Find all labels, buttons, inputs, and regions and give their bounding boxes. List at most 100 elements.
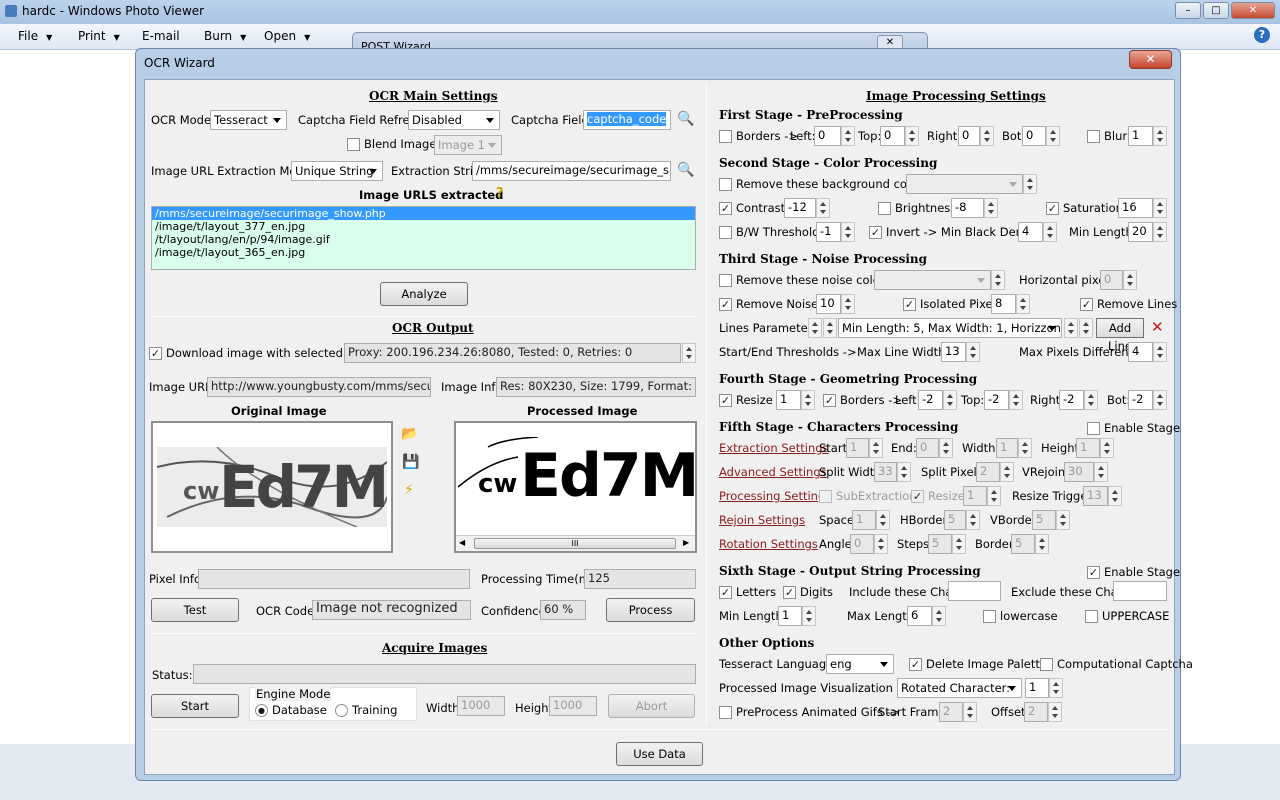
close-window-button[interactable]: ✕ xyxy=(1231,2,1275,19)
steps-input[interactable]: 5 xyxy=(928,534,952,554)
contrast-checkbox[interactable]: ✓ Contrast xyxy=(719,201,785,215)
start-button[interactable]: Start xyxy=(151,694,239,718)
training-radio[interactable]: Training xyxy=(335,703,397,717)
contrast-spinner[interactable] xyxy=(816,198,830,218)
scroll-thumb[interactable]: III xyxy=(474,538,676,549)
enable-stage-5-checkbox[interactable]: Enable Stage xyxy=(1087,421,1180,435)
resize-char-input[interactable]: 1 xyxy=(963,486,987,506)
use-data-button[interactable]: Use Data xyxy=(616,742,703,766)
top-spinner[interactable] xyxy=(905,126,919,146)
horizontal-scrollbar[interactable]: ◀ III ▶ xyxy=(456,535,695,551)
exclude-chars-input[interactable] xyxy=(1113,581,1167,601)
bot-input[interactable]: 0 xyxy=(1022,126,1046,146)
help-icon[interactable]: ? xyxy=(1254,27,1270,43)
subextraction-checkbox[interactable]: SubExtraction xyxy=(819,489,917,503)
right-geom-spinner[interactable] xyxy=(1084,390,1098,410)
space-input[interactable]: 1 xyxy=(852,510,876,530)
menu-open[interactable]: Open ▼ xyxy=(264,29,310,43)
ocr-wizard-close-button[interactable]: ✕ xyxy=(1129,50,1172,69)
delete-image-palette-checkbox[interactable]: ✓ Delete Image Palette xyxy=(909,657,1047,671)
image-urls-list[interactable]: /mms/secureimage/securimage_show.php /im… xyxy=(151,206,696,270)
captcha-refresh-select[interactable]: Disabled xyxy=(408,110,500,130)
max-line-width-input[interactable]: 13 xyxy=(941,342,966,362)
left-geom-spinner[interactable] xyxy=(943,390,957,410)
include-chars-input[interactable] xyxy=(948,581,1001,601)
hborder-input[interactable]: 5 xyxy=(944,510,966,530)
saturation-checkbox[interactable]: ✓ Saturation xyxy=(1046,201,1123,215)
list-item[interactable]: /image/t/layout_377_en.jpg xyxy=(152,220,695,233)
isolated-pixels-spinner[interactable] xyxy=(1016,294,1030,314)
proxy-spinner[interactable] xyxy=(682,343,696,363)
steps-spinner[interactable] xyxy=(952,534,966,554)
ocr-mode-select[interactable]: Tesseract xyxy=(210,110,287,130)
tesseract-language-select[interactable]: eng xyxy=(826,654,894,674)
end-input[interactable]: 0 xyxy=(916,438,939,458)
menu-file[interactable]: File ▼ xyxy=(18,29,52,43)
blur-checkbox[interactable]: Blur xyxy=(1087,129,1127,143)
resize-char-checkbox[interactable]: ✓ Resize: xyxy=(911,489,969,503)
magnifier-icon[interactable]: 🔍 xyxy=(677,162,694,178)
blur-input[interactable]: 1 xyxy=(1128,126,1153,146)
vborder-spinner[interactable] xyxy=(1056,510,1070,530)
visualization-mode-select[interactable]: Rotated Character: xyxy=(897,678,1022,698)
height-spinner[interactable] xyxy=(1100,438,1114,458)
minimize-button[interactable]: – xyxy=(1175,2,1201,19)
preprocess-animated-gifs-checkbox[interactable]: PreProcess Animated Gifs -> xyxy=(719,705,900,719)
top-geom-spinner[interactable] xyxy=(1009,390,1023,410)
resize-trigger-spinner[interactable] xyxy=(1108,486,1122,506)
vborder-input[interactable]: 5 xyxy=(1032,510,1056,530)
bg-colors-select[interactable] xyxy=(906,174,1023,194)
menu-email[interactable]: E-mail xyxy=(142,29,180,43)
bw-threshold-checkbox[interactable]: B/W Threshold xyxy=(719,225,819,239)
save-icon[interactable]: 💾 xyxy=(402,454,419,470)
extraction-settings-link[interactable]: Extraction Settings xyxy=(719,441,829,455)
width-field[interactable]: 1000 xyxy=(457,696,505,716)
lines-param-spinner-a[interactable] xyxy=(808,318,822,338)
top-geom-input[interactable]: -2 xyxy=(984,390,1009,410)
width-spinner[interactable] xyxy=(1018,438,1032,458)
maximize-button[interactable]: □ xyxy=(1203,2,1229,19)
list-item[interactable]: /image/t/layout_365_en.jpg xyxy=(152,246,695,259)
angle-input[interactable]: 0 xyxy=(850,534,874,554)
remove-bg-colors-checkbox[interactable]: Remove these background colors: xyxy=(719,177,932,191)
blend-image-select[interactable]: Image 1 xyxy=(434,135,502,155)
rotation-settings-link[interactable]: Rotation Settings xyxy=(719,537,818,551)
visualization-index-input[interactable]: 1 xyxy=(1025,678,1049,698)
blend-images-checkbox[interactable]: Blend Images: xyxy=(347,137,446,151)
right-geom-input[interactable]: -2 xyxy=(1059,390,1084,410)
horizontal-pixels-spinner[interactable] xyxy=(1123,270,1137,290)
brightness-checkbox[interactable]: Brightness xyxy=(878,201,956,215)
scroll-left-icon[interactable]: ◀ xyxy=(459,538,465,547)
bw-threshold-input[interactable]: -1 xyxy=(816,222,841,242)
remove-noise-checkbox[interactable]: ✓ Remove Noise xyxy=(719,297,818,311)
max-length-spinner[interactable] xyxy=(932,606,946,626)
extraction-string-input[interactable]: /mms/secureimage/securimage_show.ph xyxy=(472,161,671,181)
letters-checkbox[interactable]: ✓ Letters xyxy=(719,585,776,599)
computational-captcha-checkbox[interactable]: Computational Captcha xyxy=(1040,657,1193,671)
remove-noise-input[interactable]: 10 xyxy=(816,294,841,314)
url-extraction-mode-select[interactable]: Unique String xyxy=(291,161,383,181)
resize-char-spinner[interactable] xyxy=(987,486,1001,506)
max-length-input[interactable]: 6 xyxy=(907,606,932,626)
database-radio[interactable]: ● Database xyxy=(255,703,327,717)
horizontal-pixels-input[interactable]: 0 xyxy=(1100,270,1123,290)
analyze-button[interactable]: Analyze xyxy=(380,282,468,306)
vrejoin-spinner[interactable] xyxy=(1094,462,1108,482)
top-input[interactable]: 0 xyxy=(880,126,905,146)
borders-checkbox[interactable]: Borders -> xyxy=(719,129,798,143)
min-length-input[interactable]: 20 xyxy=(1128,222,1153,242)
bw-threshold-spinner[interactable] xyxy=(841,222,855,242)
rejoin-settings-link[interactable]: Rejoin Settings xyxy=(719,513,805,527)
start-input[interactable]: 1 xyxy=(846,438,869,458)
saturation-input[interactable]: 16 xyxy=(1118,198,1153,218)
add-line-button[interactable]: Add Line xyxy=(1096,318,1144,353)
remove-noise-spinner[interactable] xyxy=(841,294,855,314)
split-pixels-input[interactable]: 2 xyxy=(976,462,1000,482)
right-input[interactable]: 0 xyxy=(958,126,980,146)
left-geom-input[interactable]: -2 xyxy=(918,390,943,410)
left-input[interactable]: 0 xyxy=(814,126,841,146)
contrast-input[interactable]: -12 xyxy=(784,198,816,218)
height-input[interactable]: 1 xyxy=(1076,438,1100,458)
end-spinner[interactable] xyxy=(939,438,953,458)
min-length-out-spinner[interactable] xyxy=(802,606,816,626)
